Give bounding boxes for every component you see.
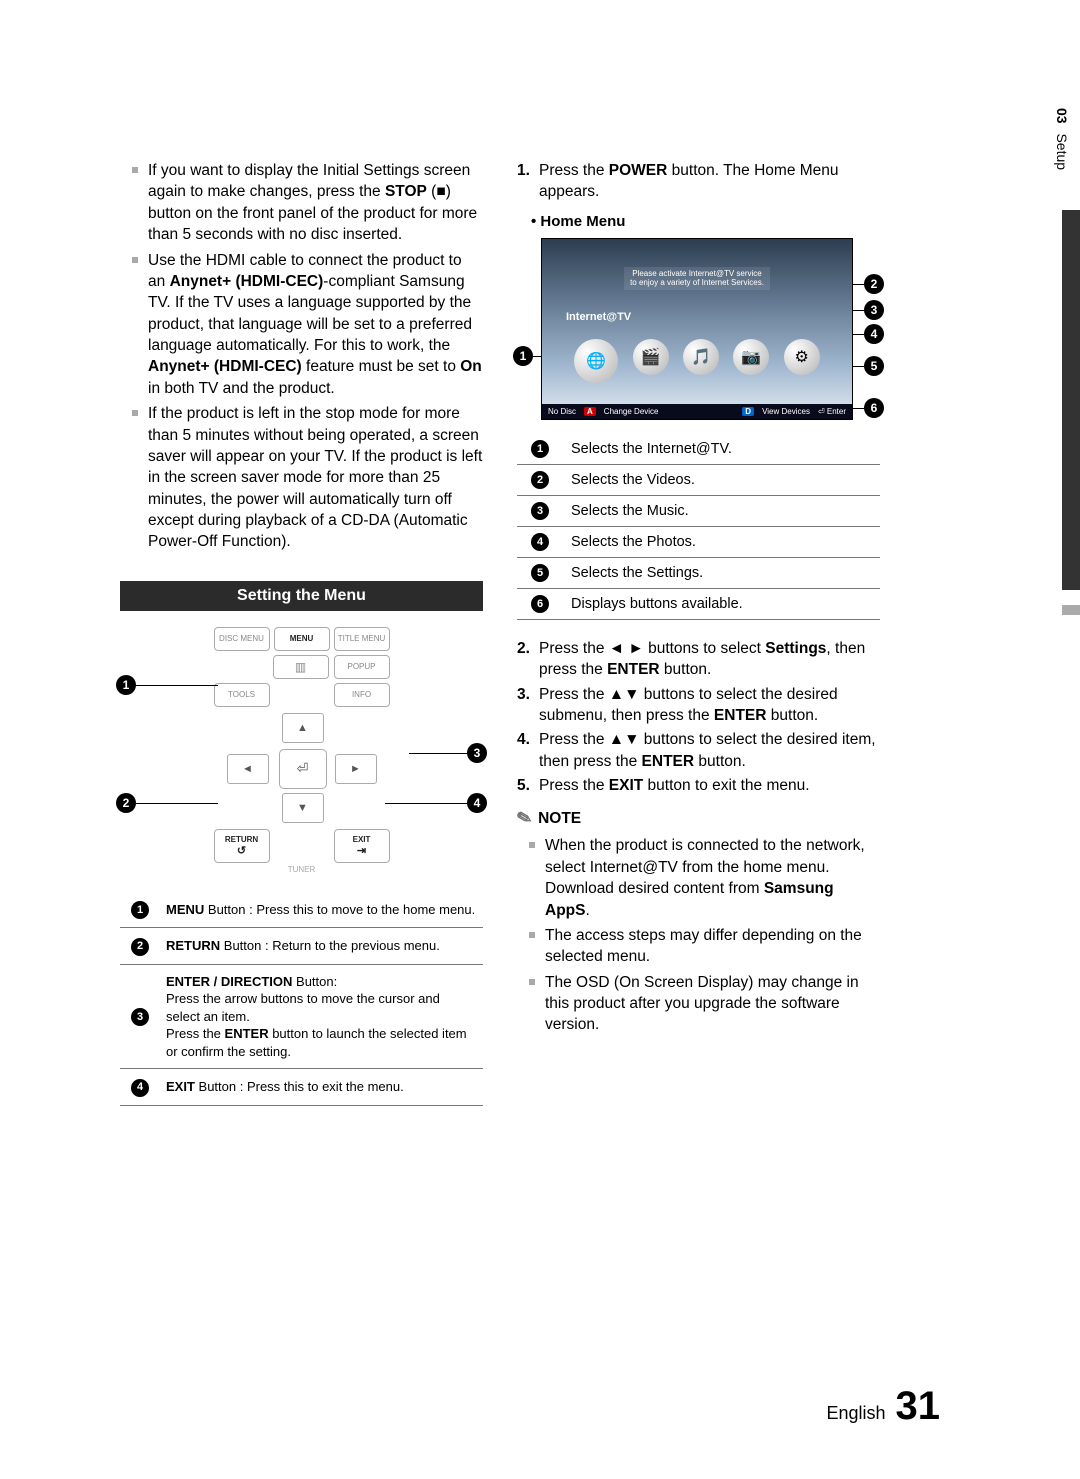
- tv-internet-icon: 🌐: [574, 339, 618, 383]
- tv-photos-icon: 📷: [733, 339, 769, 375]
- dpad-right-icon: ►: [335, 754, 377, 784]
- section-name: Setup: [1054, 133, 1070, 170]
- bullet-1: If you want to display the Initial Setti…: [120, 160, 483, 246]
- tv-music-icon: 🎵: [683, 339, 719, 375]
- home-menu-screenshot: 1 2 3 4 5 6 Please activate Internet@TV …: [517, 238, 880, 420]
- dpad-down-icon: ▼: [282, 793, 324, 823]
- step-1: 1. Press the POWER button. The Home Menu…: [517, 160, 880, 203]
- remote-exit: EXIT⇥: [334, 829, 390, 863]
- home-menu-legend: 1Selects the Internet@TV. 2Selects the V…: [517, 434, 880, 620]
- note-heading: ✎ NOTE: [517, 808, 880, 829]
- row-num: 4: [131, 1079, 149, 1097]
- remote-disc-menu: DISC MENU: [214, 627, 270, 651]
- remote-tuner: TUNER: [212, 865, 392, 874]
- row-num: 3: [131, 1008, 149, 1026]
- left-column: If you want to display the Initial Setti…: [120, 160, 483, 1106]
- bullet-2: Use the HDMI cable to connect the produc…: [120, 250, 483, 400]
- note-2: The access steps may differ depending on…: [517, 925, 880, 968]
- remote-diagram: 1 2 3 4 DISC MENU MENU TITLE MENU ▥ POPU…: [120, 625, 483, 874]
- tv-callout-5: 5: [864, 356, 884, 376]
- note-bullets: When the product is connected to the net…: [517, 835, 880, 1035]
- dpad-up-icon: ▲: [282, 713, 324, 743]
- row-num: 2: [131, 938, 149, 956]
- remote-menu-icon: ▥: [273, 655, 329, 679]
- tv-activate-banner: Please activate Internet@TV service to e…: [624, 267, 770, 290]
- remote-button-table: 1 MENU Button : Press this to move to th…: [120, 892, 483, 1106]
- tv-bottom-bar: No Disc A Change Device D View Devices ⏎…: [542, 404, 852, 419]
- remote-popup: POPUP: [334, 655, 390, 679]
- footer-lang: English: [826, 1403, 885, 1424]
- remote-info: INFO: [334, 683, 390, 707]
- tv-callout-3: 3: [864, 300, 884, 320]
- tv-callout-6: 6: [864, 398, 884, 418]
- section-tab: 03 Setup: [1054, 108, 1080, 170]
- tv-callout-2: 2: [864, 274, 884, 294]
- side-thumb-index-2: [1062, 605, 1080, 615]
- tv-callout-4: 4: [864, 324, 884, 344]
- remote-tools: TOOLS: [214, 683, 270, 707]
- page-footer: English 31: [826, 1384, 940, 1429]
- setting-menu-heading: Setting the Menu: [120, 581, 483, 611]
- right-column: 1. Press the POWER button. The Home Menu…: [517, 160, 880, 1106]
- home-menu-label: • Home Menu: [531, 213, 880, 230]
- remote-title-menu: TITLE MENU: [334, 627, 390, 651]
- note-1: When the product is connected to the net…: [517, 835, 880, 921]
- remote-return: RETURN↺: [214, 829, 270, 863]
- section-number: 03: [1054, 108, 1070, 124]
- footer-page-number: 31: [896, 1384, 941, 1429]
- steps-2-5: 2.Press the ◄ ► buttons to select Settin…: [517, 638, 880, 797]
- row-num: 1: [131, 901, 149, 919]
- note-icon: ✎: [515, 807, 535, 831]
- dpad-left-icon: ◄: [227, 754, 269, 784]
- note-3: The OSD (On Screen Display) may change i…: [517, 972, 880, 1036]
- tv-settings-icon: ⚙: [784, 339, 820, 375]
- side-thumb-index: [1062, 210, 1080, 590]
- tv-callout-1: 1: [513, 346, 533, 366]
- remote-menu: MENU: [274, 627, 330, 651]
- tv-internet-label: Internet@TV: [566, 311, 631, 323]
- dpad-enter-icon: ⏎: [279, 749, 327, 789]
- remote-callout-4: 4: [467, 793, 487, 813]
- bullet-3: If the product is left in the stop mode …: [120, 403, 483, 553]
- remote-callout-2: 2: [116, 793, 136, 813]
- tv-videos-icon: 🎬: [633, 339, 669, 375]
- remote-callout-3: 3: [467, 743, 487, 763]
- remote-dpad: ▲ ▼ ◄ ► ⏎: [217, 713, 387, 823]
- intro-bullets: If you want to display the Initial Setti…: [120, 160, 483, 553]
- remote-callout-1: 1: [116, 675, 136, 695]
